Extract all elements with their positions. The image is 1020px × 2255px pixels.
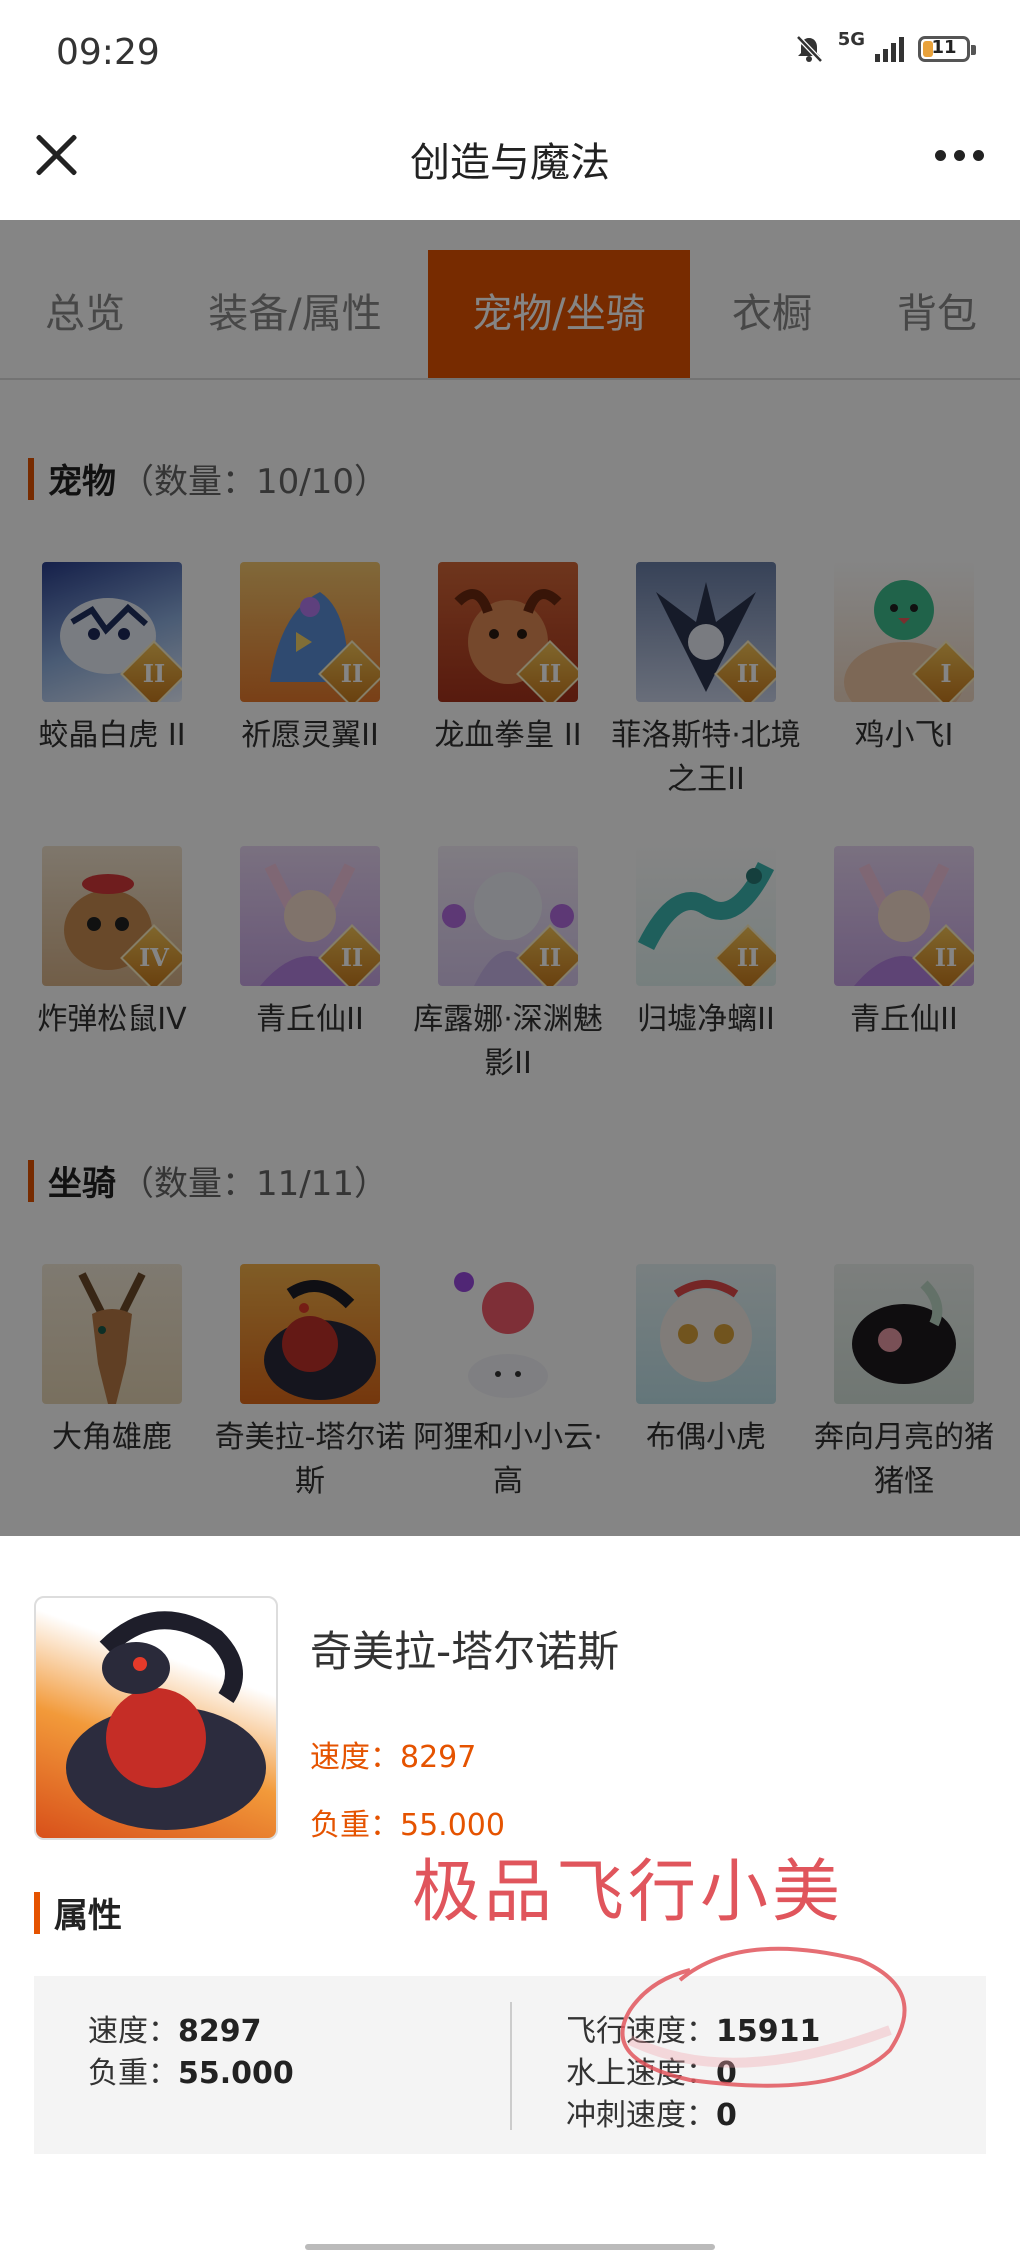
title-bar: 创造与魔法 xyxy=(0,110,1020,220)
more-options-icon[interactable] xyxy=(935,150,984,161)
battery-level: 11 xyxy=(931,37,957,58)
network-type: 5G xyxy=(837,28,865,50)
detail-speed: 速度：8297 xyxy=(310,1740,477,1775)
home-indicator[interactable] xyxy=(305,2244,715,2250)
signal-icon xyxy=(875,36,904,62)
attributes-title: 属性 xyxy=(34,1888,122,1937)
status-time: 09:29 xyxy=(56,32,160,73)
detail-thumbnail xyxy=(34,1596,278,1840)
page-title: 创造与魔法 xyxy=(410,140,610,186)
divider xyxy=(510,2002,512,2130)
annotation-circle xyxy=(620,1946,907,2088)
detail-name: 奇美拉-塔尔诺斯 xyxy=(310,1627,620,1676)
chimera-image xyxy=(66,1611,266,1830)
status-icons: 5G 11 xyxy=(794,29,976,64)
status-bar: 09:29 5G 11 xyxy=(0,0,1020,110)
attr-load: 负重：55.000 xyxy=(88,2056,294,2091)
battery-icon: 11 xyxy=(918,36,976,62)
bell-muted-icon xyxy=(795,35,823,63)
attr-speed: 速度：8297 xyxy=(88,2014,262,2049)
dim-overlay[interactable] xyxy=(0,220,1020,1536)
